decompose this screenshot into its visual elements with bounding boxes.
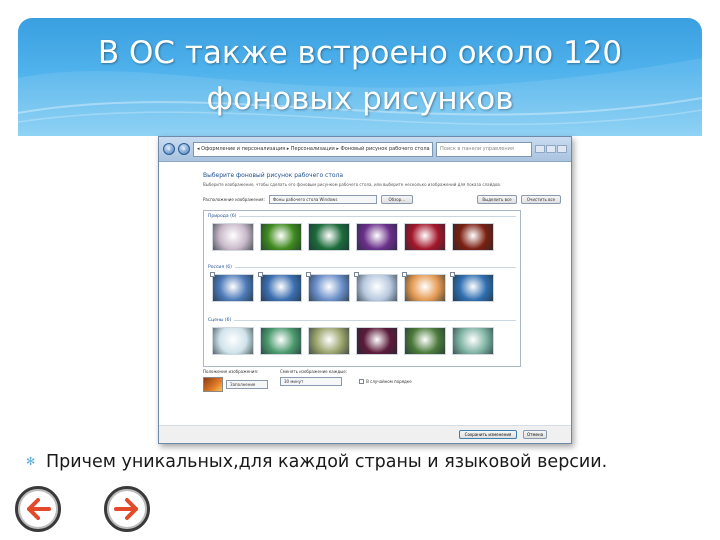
location-label: Расположение изображения: xyxy=(203,197,265,202)
address-bar[interactable]: ◂ Оформление и персонализация ▸ Персонал… xyxy=(193,141,433,157)
wallpaper-options: Положение изображения: Заполнение Сменят… xyxy=(203,369,412,392)
interval-label: Сменять изображение каждые: xyxy=(280,369,348,374)
window-content: Выберите фоновый рисунок рабочего стола … xyxy=(159,162,571,444)
thumbnail-checkbox[interactable] xyxy=(258,272,263,277)
interval-select[interactable]: 30 минут xyxy=(280,377,342,386)
position-label: Положение изображения: xyxy=(203,369,259,374)
wallpaper-thumbnail[interactable] xyxy=(212,327,254,355)
window-footer: Сохранить изменения Отмена xyxy=(159,425,571,443)
save-changes-button[interactable]: Сохранить изменения xyxy=(459,430,517,439)
thumbnail-checkbox[interactable] xyxy=(306,272,311,277)
back-nav-icon[interactable]: ‹ xyxy=(163,143,175,155)
location-row: Расположение изображения: Фоны рабочего … xyxy=(203,195,561,204)
wallpaper-thumbnail[interactable] xyxy=(308,223,350,251)
next-slide-button[interactable] xyxy=(104,486,150,532)
window-heading: Выберите фоновый рисунок рабочего стола xyxy=(203,172,344,179)
search-input[interactable]: Поиск в панели управления xyxy=(436,141,532,157)
bullet-point: ✻ Причем уникальных,для каждой страны и … xyxy=(26,450,706,474)
wallpaper-thumbnail[interactable] xyxy=(452,327,494,355)
wallpaper-thumbnail[interactable] xyxy=(354,272,398,302)
thumbnail-checkbox[interactable] xyxy=(450,272,455,277)
wallpaper-thumbnail[interactable] xyxy=(308,327,350,355)
gallery-group-scenes: Сцены (6) xyxy=(208,318,516,355)
wallpaper-thumbnail[interactable] xyxy=(306,272,350,302)
slide-title: В ОС также встроено около 120 фоновых ри… xyxy=(18,30,702,122)
clear-all-button[interactable]: Очистить все xyxy=(521,195,561,204)
location-select[interactable]: Фоны рабочего стола Windows xyxy=(268,195,377,204)
window-controls xyxy=(535,145,567,153)
wallpaper-thumbnail[interactable] xyxy=(450,272,494,302)
wallpaper-thumbnail[interactable] xyxy=(356,327,398,355)
maximize-button[interactable] xyxy=(546,145,556,153)
select-all-button[interactable]: Выделить все xyxy=(477,195,517,204)
group-label-scenes: Сцены (6) xyxy=(208,318,232,323)
gallery-group-nature: Природа (6) xyxy=(208,214,516,251)
wallpaper-thumbnail[interactable] xyxy=(402,272,446,302)
group-label-nature: Природа (6) xyxy=(208,214,237,219)
wallpaper-gallery: Природа (6) Россия (6) Сцены (6) xyxy=(203,210,521,367)
shuffle-label: В случайном порядке xyxy=(366,379,412,384)
thumbnail-checkbox[interactable] xyxy=(354,272,359,277)
arrow-right-icon xyxy=(114,498,138,520)
title-banner: В ОС также встроено около 120 фоновых ри… xyxy=(18,18,702,136)
gallery-group-russia: Россия (6) xyxy=(208,265,516,302)
thumbnail-checkbox[interactable] xyxy=(210,272,215,277)
wallpaper-thumbnail[interactable] xyxy=(260,327,302,355)
thumbnail-row xyxy=(212,327,516,355)
window-toolbar: ‹ › ◂ Оформление и персонализация ▸ Перс… xyxy=(159,137,571,162)
arrow-left-icon xyxy=(27,498,51,520)
close-button[interactable] xyxy=(557,145,567,153)
position-preview-image xyxy=(203,377,223,392)
wallpaper-thumbnail[interactable] xyxy=(404,223,446,251)
browse-button[interactable]: Обзор... xyxy=(380,195,413,204)
thumbnail-checkbox[interactable] xyxy=(402,272,407,277)
wallpaper-thumbnail[interactable] xyxy=(210,272,254,302)
slide-title-line1: В ОС также встроено около 120 xyxy=(97,35,623,71)
cancel-button[interactable]: Отмена xyxy=(523,430,547,439)
personalization-window: ‹ › ◂ Оформление и персонализация ▸ Перс… xyxy=(158,136,572,444)
slide-title-line2: фоновых рисунков xyxy=(206,81,514,117)
snowflake-bullet-icon: ✻ xyxy=(26,455,36,468)
bullet-text: Причем уникальных,для каждой страны и яз… xyxy=(46,452,608,472)
window-description: Выберите изображение, чтобы сделать его … xyxy=(203,182,502,187)
wallpaper-thumbnail[interactable] xyxy=(404,327,446,355)
previous-slide-button[interactable] xyxy=(15,486,61,532)
position-select[interactable]: Заполнение xyxy=(226,380,268,389)
wallpaper-thumbnail[interactable] xyxy=(260,223,302,251)
wallpaper-thumbnail[interactable] xyxy=(452,223,494,251)
forward-nav-icon[interactable]: › xyxy=(178,143,190,155)
wallpaper-thumbnail[interactable] xyxy=(258,272,302,302)
shuffle-checkbox[interactable] xyxy=(359,379,365,384)
thumbnail-row xyxy=(212,223,516,251)
thumbnail-row xyxy=(210,272,516,302)
group-label-russia: Россия (6) xyxy=(208,265,232,270)
wallpaper-thumbnail[interactable] xyxy=(356,223,398,251)
wallpaper-thumbnail[interactable] xyxy=(212,223,254,251)
minimize-button[interactable] xyxy=(535,145,545,153)
